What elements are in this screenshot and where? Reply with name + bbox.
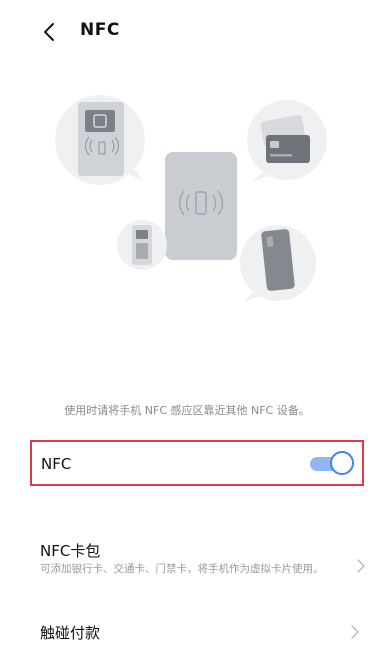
page-title: NFC <box>80 20 120 40</box>
chevron-right-icon <box>357 559 365 573</box>
nfc-wallet-description: 可添加银行卡、交通卡、门禁卡，将手机作为虚拟卡片使用。 <box>40 563 324 575</box>
nfc-setting-row[interactable]: NFC <box>30 440 364 486</box>
nfc-hint-text: 使用时请将手机 NFC 感应区靠近其他 NFC 设备。 <box>64 404 310 417</box>
nfc-wallet-row[interactable]: NFC卡包 可添加银行卡、交通卡、门禁卡，将手机作为虚拟卡片使用。 <box>40 540 365 590</box>
bank-card-icon <box>247 100 327 182</box>
phone-icon <box>240 225 316 302</box>
nfc-illustration <box>55 95 327 302</box>
tap-to-pay-title: 触碰付款 <box>40 624 101 642</box>
door-access-icon <box>55 95 145 185</box>
top-bar: NFC <box>0 0 374 64</box>
nfc-setting-label: NFC <box>41 455 72 473</box>
pos-terminal-icon <box>117 220 167 270</box>
nfc-wallet-title: NFC卡包 <box>40 542 101 560</box>
nfc-toggle[interactable] <box>310 451 354 475</box>
back-arrow-icon[interactable] <box>38 18 62 46</box>
nfc-phone-icon <box>165 152 237 260</box>
toggle-knob <box>330 451 354 475</box>
chevron-right-icon <box>351 625 359 639</box>
tap-to-pay-row[interactable]: 触碰付款 <box>40 622 360 646</box>
